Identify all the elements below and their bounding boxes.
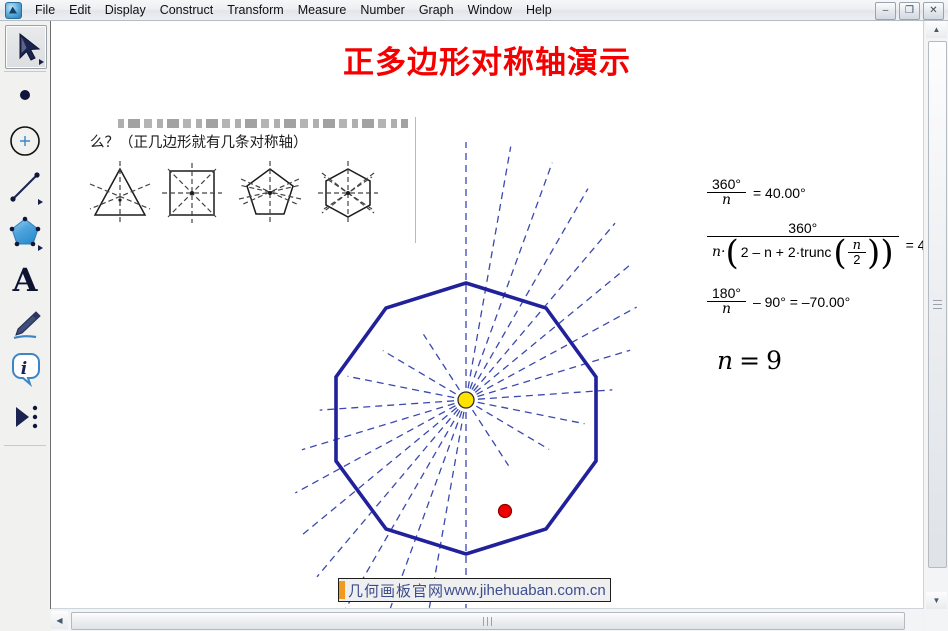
tool-palette: A i <box>0 21 51 609</box>
scroll-up-button[interactable]: ▲ <box>926 21 947 38</box>
straightedge-tool[interactable] <box>5 166 45 208</box>
sketch-canvas-area[interactable]: 正多边形对称轴演示 么？（正几边形就有几条对称轴） 360° n = 40.00… <box>51 21 923 609</box>
chevron-down-icon: ▼ <box>932 596 941 605</box>
draggable-vertex-point <box>497 503 513 519</box>
chevron-up-icon: ▲ <box>932 25 941 34</box>
symmetry-axes <box>294 142 638 609</box>
svg-text:A: A <box>12 261 39 299</box>
restore-icon: ❐ <box>905 5 914 16</box>
vertical-scrollbar[interactable]: ▲ ▼ <box>923 21 948 609</box>
scroll-down-button[interactable]: ▼ <box>926 592 947 609</box>
point-icon <box>20 90 30 100</box>
circle-icon <box>10 126 40 156</box>
watermark-cn-text: 几何画板官网 <box>348 581 445 600</box>
chevron-left-icon: ◀ <box>56 615 63 625</box>
compass-circle-tool[interactable] <box>5 120 45 162</box>
polygon-flyout-arrow[interactable] <box>38 245 43 251</box>
close-icon: ✕ <box>929 5 938 16</box>
info-icon: i <box>12 353 40 388</box>
watermark-accent-bar <box>339 581 345 599</box>
center-point <box>457 391 475 409</box>
play-dots-icon <box>16 405 38 429</box>
arrow-flyout-arrow[interactable] <box>39 59 44 65</box>
information-tool[interactable]: i <box>5 350 45 392</box>
menu-construct[interactable]: Construct <box>153 1 221 19</box>
pen-icon <box>13 311 41 340</box>
application-window: File Edit Display Construct Transform Me… <box>0 0 948 631</box>
watermark-url-text: www.jihehuaban.com.cn <box>444 581 606 599</box>
scroll-left-button[interactable]: ◀ <box>51 611 68 629</box>
close-button[interactable]: ✕ <box>923 2 944 20</box>
menu-number[interactable]: Number <box>353 1 411 19</box>
point-tool[interactable] <box>5 74 45 116</box>
menu-edit[interactable]: Edit <box>62 1 98 19</box>
svg-text:i: i <box>21 359 27 379</box>
regular-nonagon-figure[interactable] <box>51 21 923 609</box>
horizontal-scrollbar[interactable]: ◀ <box>51 608 923 631</box>
menu-graph[interactable]: Graph <box>412 1 461 19</box>
app-icon <box>5 1 22 19</box>
scrollbar-corner <box>924 609 948 631</box>
text-tool[interactable]: A <box>5 258 45 300</box>
menu-help[interactable]: Help <box>519 1 559 19</box>
marker-tool[interactable] <box>5 304 45 346</box>
minimize-button[interactable]: – <box>875 2 896 20</box>
menu-measure[interactable]: Measure <box>291 1 354 19</box>
menu-bar: File Edit Display Construct Transform Me… <box>0 0 948 21</box>
menu-file[interactable]: File <box>28 1 62 19</box>
custom-tools[interactable] <box>5 396 45 438</box>
arrow-select-tool[interactable] <box>5 25 47 69</box>
straightedge-flyout-arrow[interactable] <box>38 199 43 205</box>
polygon-tool[interactable] <box>5 212 45 254</box>
menu-window[interactable]: Window <box>461 1 519 19</box>
window-controls: – ❐ ✕ <box>875 2 944 20</box>
bottom-left-filler <box>0 609 51 631</box>
watermark: 几何画板官网 www.jihehuaban.com.cn <box>338 578 611 602</box>
letter-a-icon: A <box>12 261 39 299</box>
vertical-scroll-thumb[interactable] <box>928 41 947 568</box>
menu-transform[interactable]: Transform <box>220 1 291 19</box>
restore-button[interactable]: ❐ <box>899 2 920 20</box>
menu-display[interactable]: Display <box>98 1 153 19</box>
horizontal-scroll-thumb[interactable] <box>71 612 905 630</box>
minimize-icon: – <box>882 5 889 16</box>
